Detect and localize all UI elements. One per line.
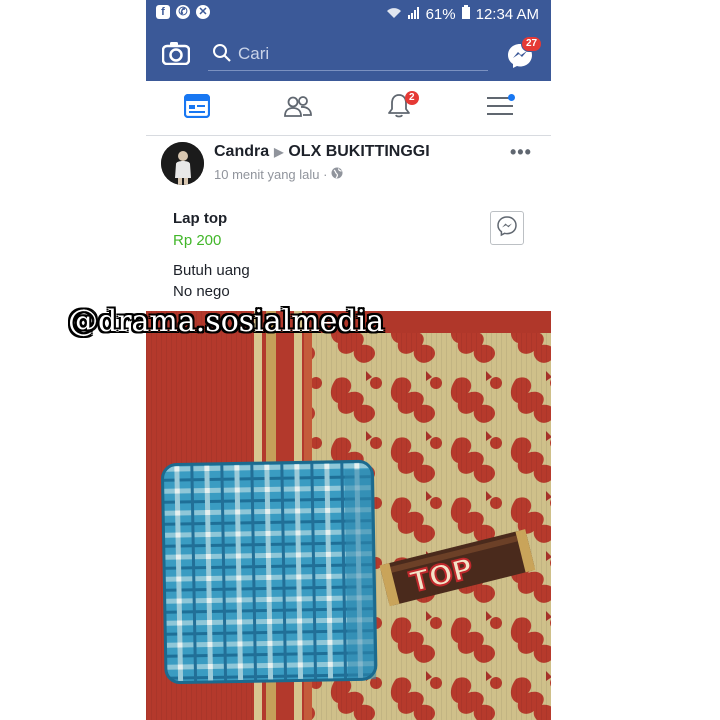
whatsapp-icon: ✆ bbox=[176, 5, 190, 19]
tab-bar: 2 bbox=[146, 81, 551, 136]
tab-menu[interactable] bbox=[449, 81, 550, 135]
battery-icon bbox=[461, 5, 470, 23]
description-line-1: Butuh uang bbox=[173, 262, 250, 279]
more-options-icon[interactable]: ••• bbox=[510, 142, 532, 163]
post-author-line: Candra ▶ OLX BUKITTINGGI bbox=[214, 143, 430, 161]
tab-news-feed[interactable] bbox=[146, 81, 247, 135]
triangle-right-icon: ▶ bbox=[274, 145, 284, 159]
clock: 12:34 AM bbox=[475, 5, 539, 23]
globe-icon bbox=[331, 167, 343, 182]
phone-screen: f ✆ ✕ 61% 12:34 AM Cari 27 2 Candra ▶ OL… bbox=[146, 0, 551, 720]
feed-icon bbox=[183, 93, 210, 123]
post-time-text: 10 menit yang lalu · bbox=[214, 167, 328, 182]
messenger-badge: 27 bbox=[521, 36, 543, 52]
status-bar: f ✆ ✕ 61% 12:34 AM bbox=[146, 0, 551, 27]
author-name[interactable]: Candra bbox=[214, 143, 269, 160]
app-icon: ✕ bbox=[196, 5, 210, 19]
author-avatar[interactable] bbox=[161, 142, 204, 185]
notification-badge: 2 bbox=[405, 91, 419, 105]
status-bar-app-icons: f ✆ ✕ bbox=[156, 5, 210, 19]
item-price: Rp 200 bbox=[173, 232, 222, 249]
tab-friends[interactable] bbox=[247, 81, 348, 135]
watermark-text: @drama.sosialmedia bbox=[68, 304, 385, 339]
signal-icon bbox=[407, 6, 420, 23]
message-seller-button[interactable] bbox=[490, 211, 524, 245]
tab-notifications[interactable] bbox=[348, 81, 449, 135]
messenger-icon bbox=[496, 215, 518, 242]
wifi-icon bbox=[386, 6, 402, 23]
app-header: 27 bbox=[146, 27, 551, 81]
group-name[interactable]: OLX BUKITTINGGI bbox=[288, 143, 429, 160]
description-line-2: No nego bbox=[173, 283, 230, 300]
menu-update-dot bbox=[508, 94, 515, 101]
item-title: Lap top bbox=[173, 210, 228, 227]
friends-icon bbox=[283, 94, 312, 123]
post-timestamp: 10 menit yang lalu · bbox=[214, 167, 343, 182]
search-bar[interactable] bbox=[208, 38, 488, 71]
search-icon bbox=[212, 43, 232, 68]
photo-image: TOP bbox=[146, 311, 551, 720]
post-photo[interactable]: TOP bbox=[146, 311, 551, 720]
camera-icon[interactable] bbox=[161, 41, 191, 66]
battery-percent: 61% bbox=[425, 5, 456, 23]
facebook-icon: f bbox=[156, 5, 170, 19]
search-input[interactable] bbox=[236, 40, 480, 68]
status-bar-system: 61% 12:34 AM bbox=[386, 5, 539, 23]
